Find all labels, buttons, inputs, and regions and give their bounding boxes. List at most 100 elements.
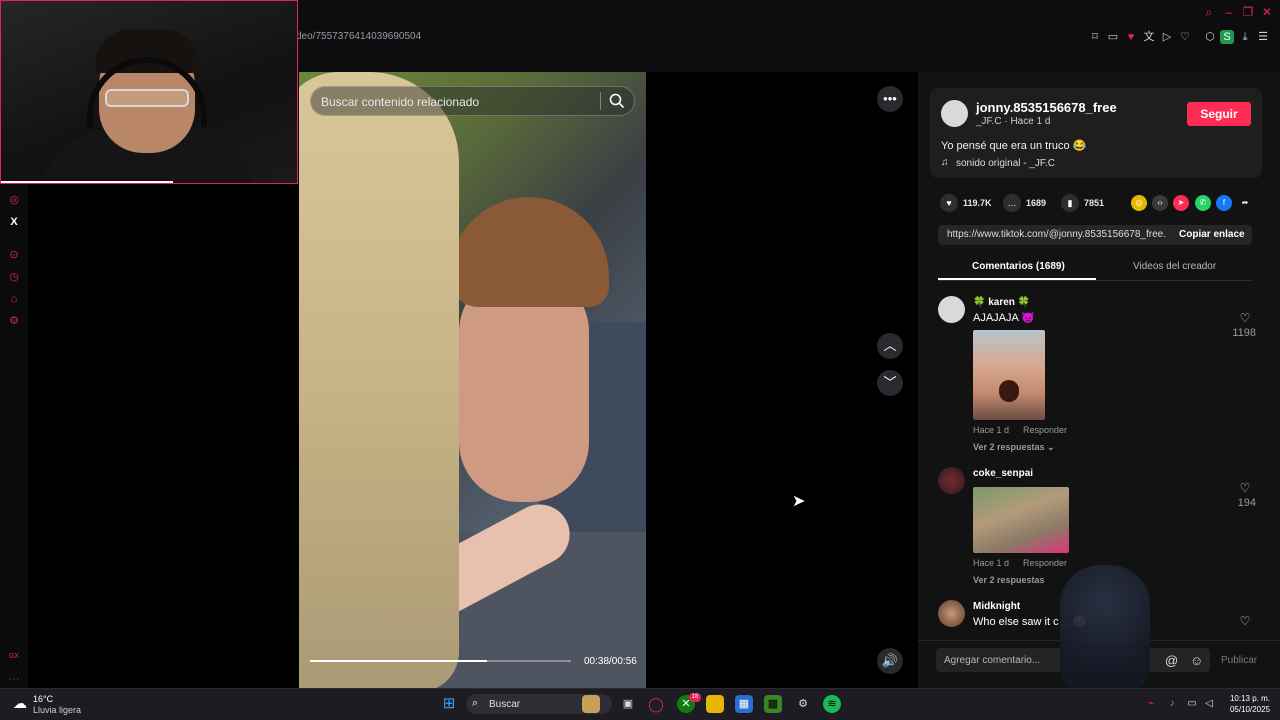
tab-comments[interactable]: Comentarios (1689) — [972, 261, 1065, 272]
weather-description[interactable]: Lluvia ligera — [33, 705, 81, 715]
video-player[interactable] — [299, 72, 646, 688]
weather-temperature[interactable]: 16°C — [33, 694, 53, 704]
play-icon[interactable]: ⊙ — [7, 248, 21, 262]
translate-icon[interactable]: 文 — [1142, 30, 1156, 44]
comment-time: Hace 1 d — [973, 425, 1010, 435]
windows-start-icon[interactable]: ⊞ — [440, 695, 458, 713]
video-progress-bar[interactable] — [310, 660, 571, 662]
video-man-hair — [449, 197, 609, 307]
facebook-icon[interactable]: f — [1216, 195, 1232, 211]
comment-like-count: 1198 — [1232, 327, 1256, 339]
tag-icon[interactable]: ⌂ — [7, 292, 21, 306]
comment-like-icon[interactable]: ♡ — [1238, 614, 1252, 628]
heart-icon[interactable]: ♡ — [1178, 30, 1192, 44]
opera-gx-icon[interactable]: ◯ — [647, 695, 665, 713]
volume-icon[interactable]: 🔊 — [877, 648, 903, 674]
search-icon[interactable]: ⌕ — [1201, 5, 1217, 21]
video-progress-fill — [310, 660, 488, 662]
clock-date[interactable]: 05/10/2025 — [1226, 705, 1270, 714]
embed-icon[interactable]: ‹› — [1152, 195, 1168, 211]
tab-active-underline — [938, 278, 1096, 280]
publish-button[interactable]: Publicar — [1221, 655, 1257, 666]
whatsapp-icon[interactable]: ✆ — [1195, 195, 1211, 211]
menu-icon[interactable]: ☰ — [1256, 30, 1270, 44]
comment-time: Hace 1 d — [973, 558, 1010, 568]
webcam-glasses — [105, 89, 189, 107]
related-search-placeholder[interactable]: Buscar contenido relacionado — [321, 95, 479, 109]
comment-text: AJAJAJA 👿 — [973, 312, 1035, 324]
comment-username[interactable]: 🍀 karen 🍀 — [973, 297, 1030, 308]
comment-avatar[interactable] — [938, 467, 965, 494]
screenshot-icon[interactable]: ▭ — [1106, 30, 1120, 44]
comment-avatar[interactable] — [938, 600, 965, 627]
reply-button[interactable]: Responder — [1023, 558, 1067, 568]
profile-icon[interactable]: S — [1220, 30, 1234, 44]
close-icon[interactable]: ✕ — [1259, 5, 1275, 21]
address-bar-url[interactable]: deo/7557376414039690504 — [296, 31, 421, 42]
x-icon[interactable]: X — [7, 215, 21, 229]
send-icon[interactable]: ▷ — [1160, 30, 1174, 44]
mention-icon[interactable]: @ — [1165, 653, 1178, 668]
sound-link[interactable]: sonido original - _JF.C — [956, 158, 1055, 169]
clock-time[interactable]: 10:13 p. m. — [1226, 694, 1270, 703]
copy-link-button[interactable]: Copiar enlace — [1179, 229, 1245, 240]
settings-icon[interactable]: ⚙ — [7, 314, 21, 328]
comment-like-icon[interactable]: ♡ — [1238, 481, 1252, 495]
download-icon[interactable]: ⤓ — [1238, 30, 1252, 44]
task-view-icon[interactable]: ▣ — [619, 695, 637, 713]
network-icon[interactable]: ▭ — [1186, 698, 1198, 709]
speaker-icon[interactable]: ◁ — [1203, 698, 1215, 709]
chevron-down-icon[interactable]: ﹀ — [877, 370, 903, 396]
follow-button[interactable]: Seguir — [1187, 102, 1251, 126]
comment-username[interactable]: Midknight — [973, 601, 1020, 612]
comment-icon[interactable]: … — [1003, 194, 1021, 212]
comment-count: 1689 — [1026, 198, 1047, 208]
store-icon[interactable]: ▦ — [735, 695, 753, 713]
bookmark-icon[interactable]: ⌑ — [1088, 30, 1102, 44]
like-count: 119.7K — [963, 198, 992, 208]
instagram-icon[interactable]: ◎ — [7, 193, 21, 207]
reply-button[interactable]: Responder — [1023, 425, 1067, 435]
comment-username[interactable]: coke_senpai — [973, 468, 1033, 479]
repost-icon[interactable]: ◎ — [1131, 195, 1147, 211]
post-link[interactable]: https://www.tiktok.com/@jonny.8535156678… — [947, 229, 1167, 240]
send-to-friends-icon[interactable]: ➤ — [1173, 195, 1189, 211]
comment-like-icon[interactable]: ♡ — [1238, 311, 1252, 325]
spotify-icon[interactable]: ≋ — [823, 695, 841, 713]
settings-gear-icon[interactable]: ⚙ — [794, 695, 812, 713]
file-explorer-icon[interactable] — [706, 695, 724, 713]
comment-gif-image[interactable] — [973, 330, 1045, 420]
creator-avatar[interactable] — [941, 100, 968, 127]
comment-gif-image[interactable] — [973, 487, 1069, 553]
tray-app-icon[interactable]: ⌁ — [1145, 698, 1157, 709]
search-highlight-icon[interactable] — [582, 695, 600, 713]
chevron-up-icon[interactable]: ︿ — [877, 333, 903, 359]
view-replies-button[interactable]: Ver 2 respuestas ⌄ — [973, 442, 1055, 453]
microphone-icon[interactable]: ♪ — [1166, 698, 1178, 709]
taskbar-search-icon: ⌕ — [472, 697, 479, 709]
gx-icon[interactable]: GX — [7, 650, 21, 664]
video-time: 00:38/00:56 — [584, 656, 637, 667]
comment-placeholder[interactable]: Agregar comentario... — [944, 655, 1040, 666]
minecraft-icon[interactable]: ▩ — [764, 695, 782, 713]
history-icon[interactable]: ◷ — [7, 270, 21, 284]
weather-rain-icon[interactable]: ☁ — [11, 695, 29, 713]
share-arrow-icon[interactable]: ➦ — [1237, 195, 1253, 211]
extensions-icon[interactable]: ⬡ — [1203, 30, 1217, 44]
more-icon[interactable]: ··· — [7, 672, 21, 686]
comment-avatar[interactable] — [938, 296, 965, 323]
like-icon[interactable]: ♥ — [940, 194, 958, 212]
bookmark-save-icon[interactable]: ▮ — [1061, 194, 1079, 212]
restore-icon[interactable]: ❐ — [1240, 5, 1256, 21]
pocket-icon[interactable]: ♥ — [1124, 30, 1138, 44]
minimize-icon[interactable]: – — [1221, 5, 1237, 21]
taskbar-search-text[interactable]: Buscar — [489, 699, 520, 710]
emoji-icon[interactable]: ☺ — [1190, 653, 1203, 668]
webcam-overlay — [0, 0, 298, 184]
search-icon[interactable] — [608, 92, 626, 110]
creator-username[interactable]: jonny.8535156678_free — [976, 100, 1117, 115]
gif-open-mouth — [999, 380, 1019, 402]
tab-creator-videos[interactable]: Videos del creador — [1133, 261, 1216, 272]
more-options-icon[interactable]: ••• — [877, 86, 903, 112]
view-replies-button[interactable]: Ver 2 respuestas — [973, 575, 1045, 585]
